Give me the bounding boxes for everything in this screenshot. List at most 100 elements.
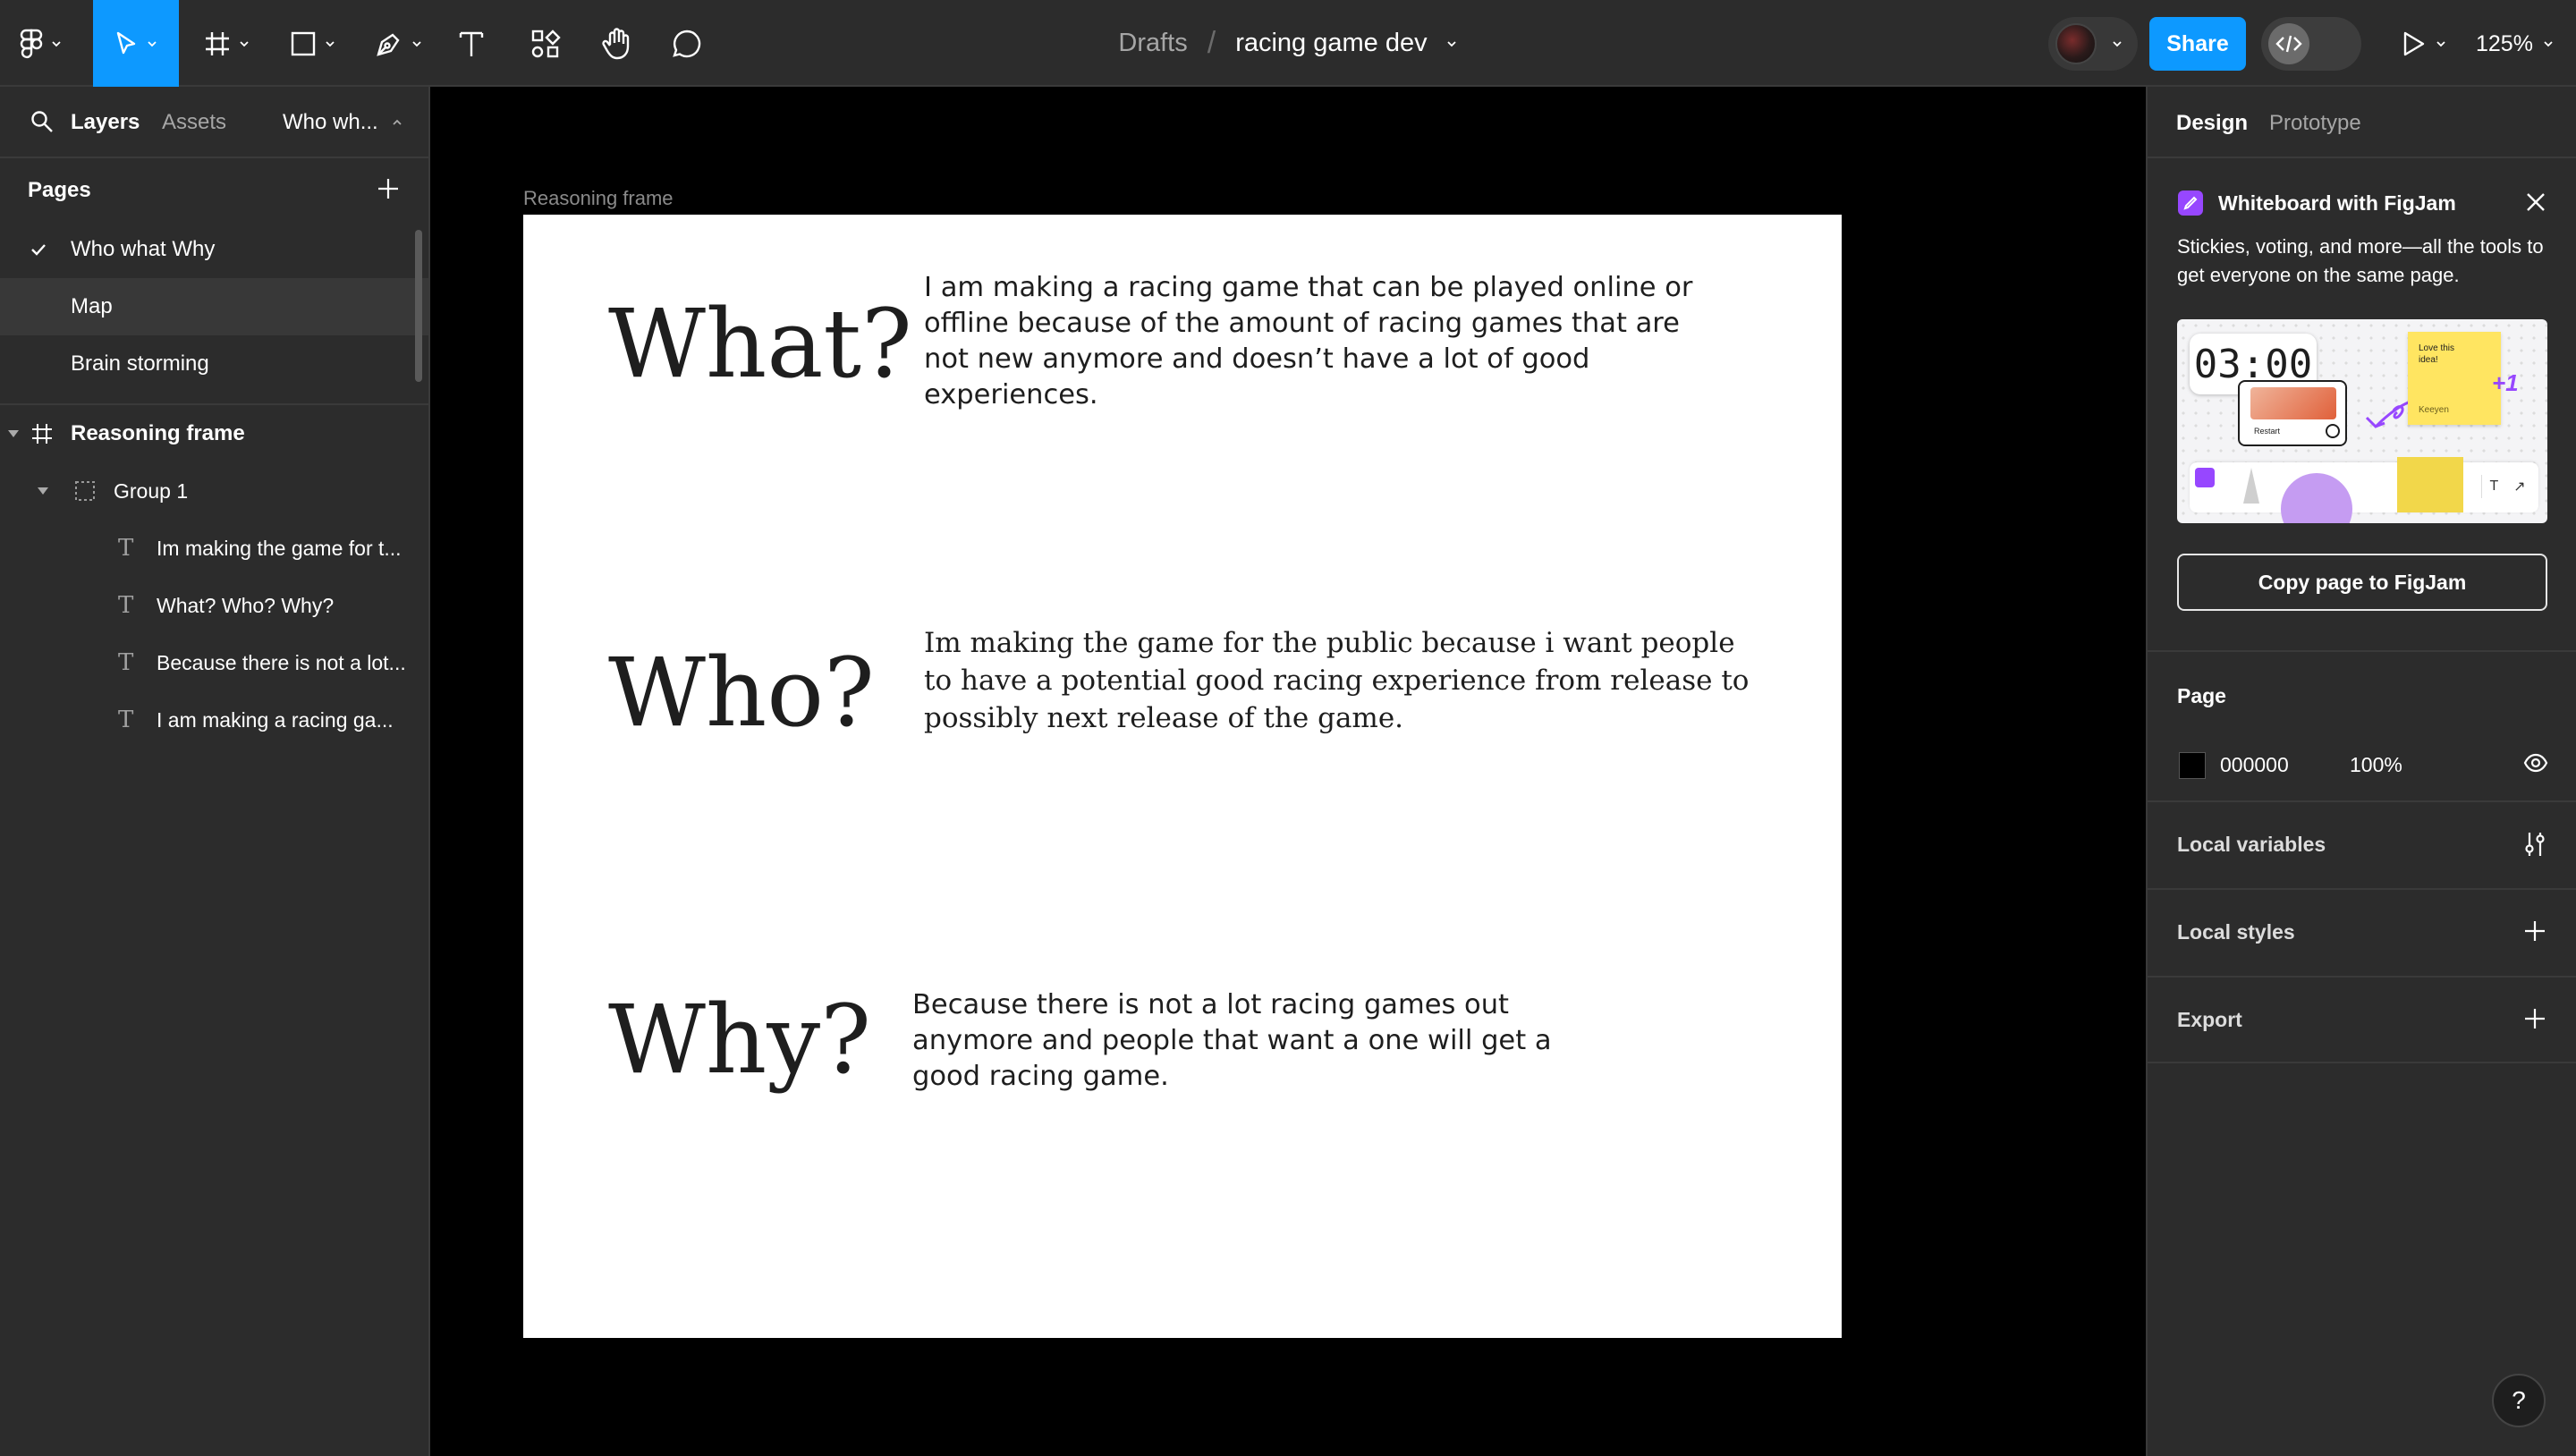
text-tool-button[interactable] (447, 0, 496, 87)
sticky-note: Love this idea! Keeyen (2408, 332, 2501, 425)
dev-mode-toggle[interactable] (2261, 17, 2361, 71)
variables-settings-icon[interactable] (2523, 831, 2546, 858)
text-line: experiences. (924, 379, 1098, 411)
file-name-menu[interactable]: racing game dev (1235, 29, 1457, 58)
layer-text-item[interactable]: T What? Who? Why? (0, 577, 428, 634)
local-variables-title: Local variables (2177, 833, 2326, 856)
chevron-down-icon (2436, 41, 2445, 47)
tab-prototype[interactable]: Prototype (2269, 111, 2361, 136)
chevron-down-icon (326, 40, 335, 47)
sticky-author: Keeyen (2419, 405, 2449, 415)
text-line: Because there is not a lot racing games … (912, 989, 1510, 1020)
restart-card: Restart (2238, 380, 2347, 446)
layer-text-item[interactable]: T I am making a racing ga... (0, 691, 428, 749)
resources-button[interactable] (519, 0, 572, 87)
chevron-down-icon (2544, 41, 2553, 47)
rectangle-icon (291, 31, 316, 55)
pages-header: Pages (0, 158, 428, 221)
right-panel-tabs: Design Prototype (2148, 87, 2576, 158)
page-color-opacity[interactable]: 100% (2350, 753, 2402, 777)
breadcrumb-drafts[interactable]: Drafts (1118, 29, 1187, 58)
current-page-toggle[interactable]: Who wh... (283, 110, 403, 135)
move-tool-button[interactable] (93, 0, 179, 87)
who-text[interactable]: Im making the game for the public becaus… (924, 624, 1749, 737)
page-color-swatch[interactable] (2179, 752, 2206, 779)
hand-icon (602, 27, 630, 59)
what-heading[interactable]: What? (608, 297, 912, 392)
add-export-icon[interactable] (2523, 1007, 2546, 1030)
multiplayer-avatar-menu[interactable] (2048, 17, 2138, 71)
layer-label: What? Who? Why? (157, 593, 335, 617)
add-style-icon[interactable] (2523, 919, 2546, 943)
page-section-title: Page (2177, 684, 2226, 707)
close-icon[interactable] (2524, 190, 2547, 214)
layer-group-1[interactable]: Group 1 (0, 462, 428, 520)
copy-page-to-figjam-button[interactable]: Copy page to FigJam (2177, 554, 2547, 611)
sticky-stack-icon (2397, 457, 2463, 512)
local-variables-section[interactable]: Local variables (2148, 800, 2576, 888)
text-line: not new anymore and doesn’t have a lot o… (924, 343, 1590, 375)
text-line: possibly next release of the game. (924, 702, 1404, 734)
page-item-map[interactable]: Map (0, 278, 428, 335)
reasoning-frame[interactable]: What? I am making a racing game that can… (523, 215, 1842, 1338)
right-sidebar: Design Prototype Whiteboard with FigJam … (2146, 87, 2576, 1456)
page-color-hex[interactable]: 000000 (2220, 753, 2289, 777)
eye-icon[interactable] (2523, 753, 2548, 773)
page-item-label: Brain storming (71, 351, 209, 376)
left-panel-tabs: Layers Assets Who wh... (0, 87, 428, 158)
promo-description: Stickies, voting, and more—all the tools… (2177, 235, 2544, 286)
why-heading[interactable]: Why? (608, 993, 871, 1088)
main-menu-button[interactable] (0, 0, 82, 87)
layer-label: I am making a racing ga... (157, 707, 394, 732)
who-heading[interactable]: Who? (608, 646, 875, 741)
caret-down-icon[interactable] (7, 428, 20, 439)
search-icon[interactable] (30, 110, 54, 133)
cursor-arrow-icon (116, 31, 136, 54)
restart-label: Restart (2254, 427, 2281, 436)
share-button[interactable]: Share (2149, 17, 2246, 71)
add-page-icon[interactable] (377, 177, 400, 200)
what-text[interactable]: I am making a racing game that can be pl… (924, 270, 1692, 413)
text-connector-icons: T ↗ (2481, 475, 2533, 498)
chevron-down-icon (148, 40, 157, 47)
help-button[interactable]: ? (2492, 1374, 2546, 1427)
layer-text-item[interactable]: T Because there is not a lot... (0, 634, 428, 691)
why-text[interactable]: Because there is not a lot racing games … (912, 987, 1552, 1095)
layer-text-item[interactable]: T Im making the game for t... (0, 520, 428, 577)
chevron-up-icon (393, 119, 402, 125)
figma-logo-icon (20, 29, 43, 58)
frame-layer-icon (32, 424, 52, 444)
file-name: racing game dev (1235, 29, 1428, 57)
caret-down-icon[interactable] (37, 486, 49, 496)
text-layer-icon: T (118, 592, 134, 619)
tab-layers[interactable]: Layers (71, 110, 140, 135)
zoom-menu[interactable]: 125% (2476, 17, 2574, 71)
chevron-down-icon (412, 40, 421, 47)
chevron-down-icon (52, 40, 61, 47)
export-title: Export (2177, 1008, 2242, 1031)
page-item-brain-storming[interactable]: Brain storming (0, 335, 428, 393)
avatar (2055, 23, 2097, 64)
frame-name-label[interactable]: Reasoning frame (523, 187, 674, 210)
frame-tool-button[interactable] (191, 0, 263, 87)
pen-tool-button[interactable] (363, 0, 435, 87)
text-layer-icon: T (118, 707, 134, 733)
text-layer-icon: T (118, 649, 134, 676)
text-line: to have a potential good racing experien… (924, 665, 1750, 697)
pages-scrollbar[interactable] (415, 230, 422, 382)
comment-icon (673, 30, 701, 57)
shape-tool-button[interactable] (277, 0, 349, 87)
text-line: I am making a racing game that can be pl… (924, 272, 1693, 303)
text-line: Im making the game for the public becaus… (924, 627, 1735, 659)
export-section[interactable]: Export (2148, 976, 2576, 1063)
hand-tool-button[interactable] (590, 0, 644, 87)
tab-assets[interactable]: Assets (162, 110, 226, 135)
tab-design[interactable]: Design (2176, 111, 2248, 136)
present-button[interactable] (2401, 17, 2460, 71)
comment-tool-button[interactable] (660, 0, 714, 87)
page-item-who-what-why[interactable]: Who what Why (0, 221, 428, 278)
pages-title: Pages (28, 178, 91, 202)
local-styles-section[interactable]: Local styles (2148, 888, 2576, 976)
layer-reasoning-frame[interactable]: Reasoning frame (0, 405, 428, 462)
page-section: Page 000000 100% (2148, 650, 2576, 800)
